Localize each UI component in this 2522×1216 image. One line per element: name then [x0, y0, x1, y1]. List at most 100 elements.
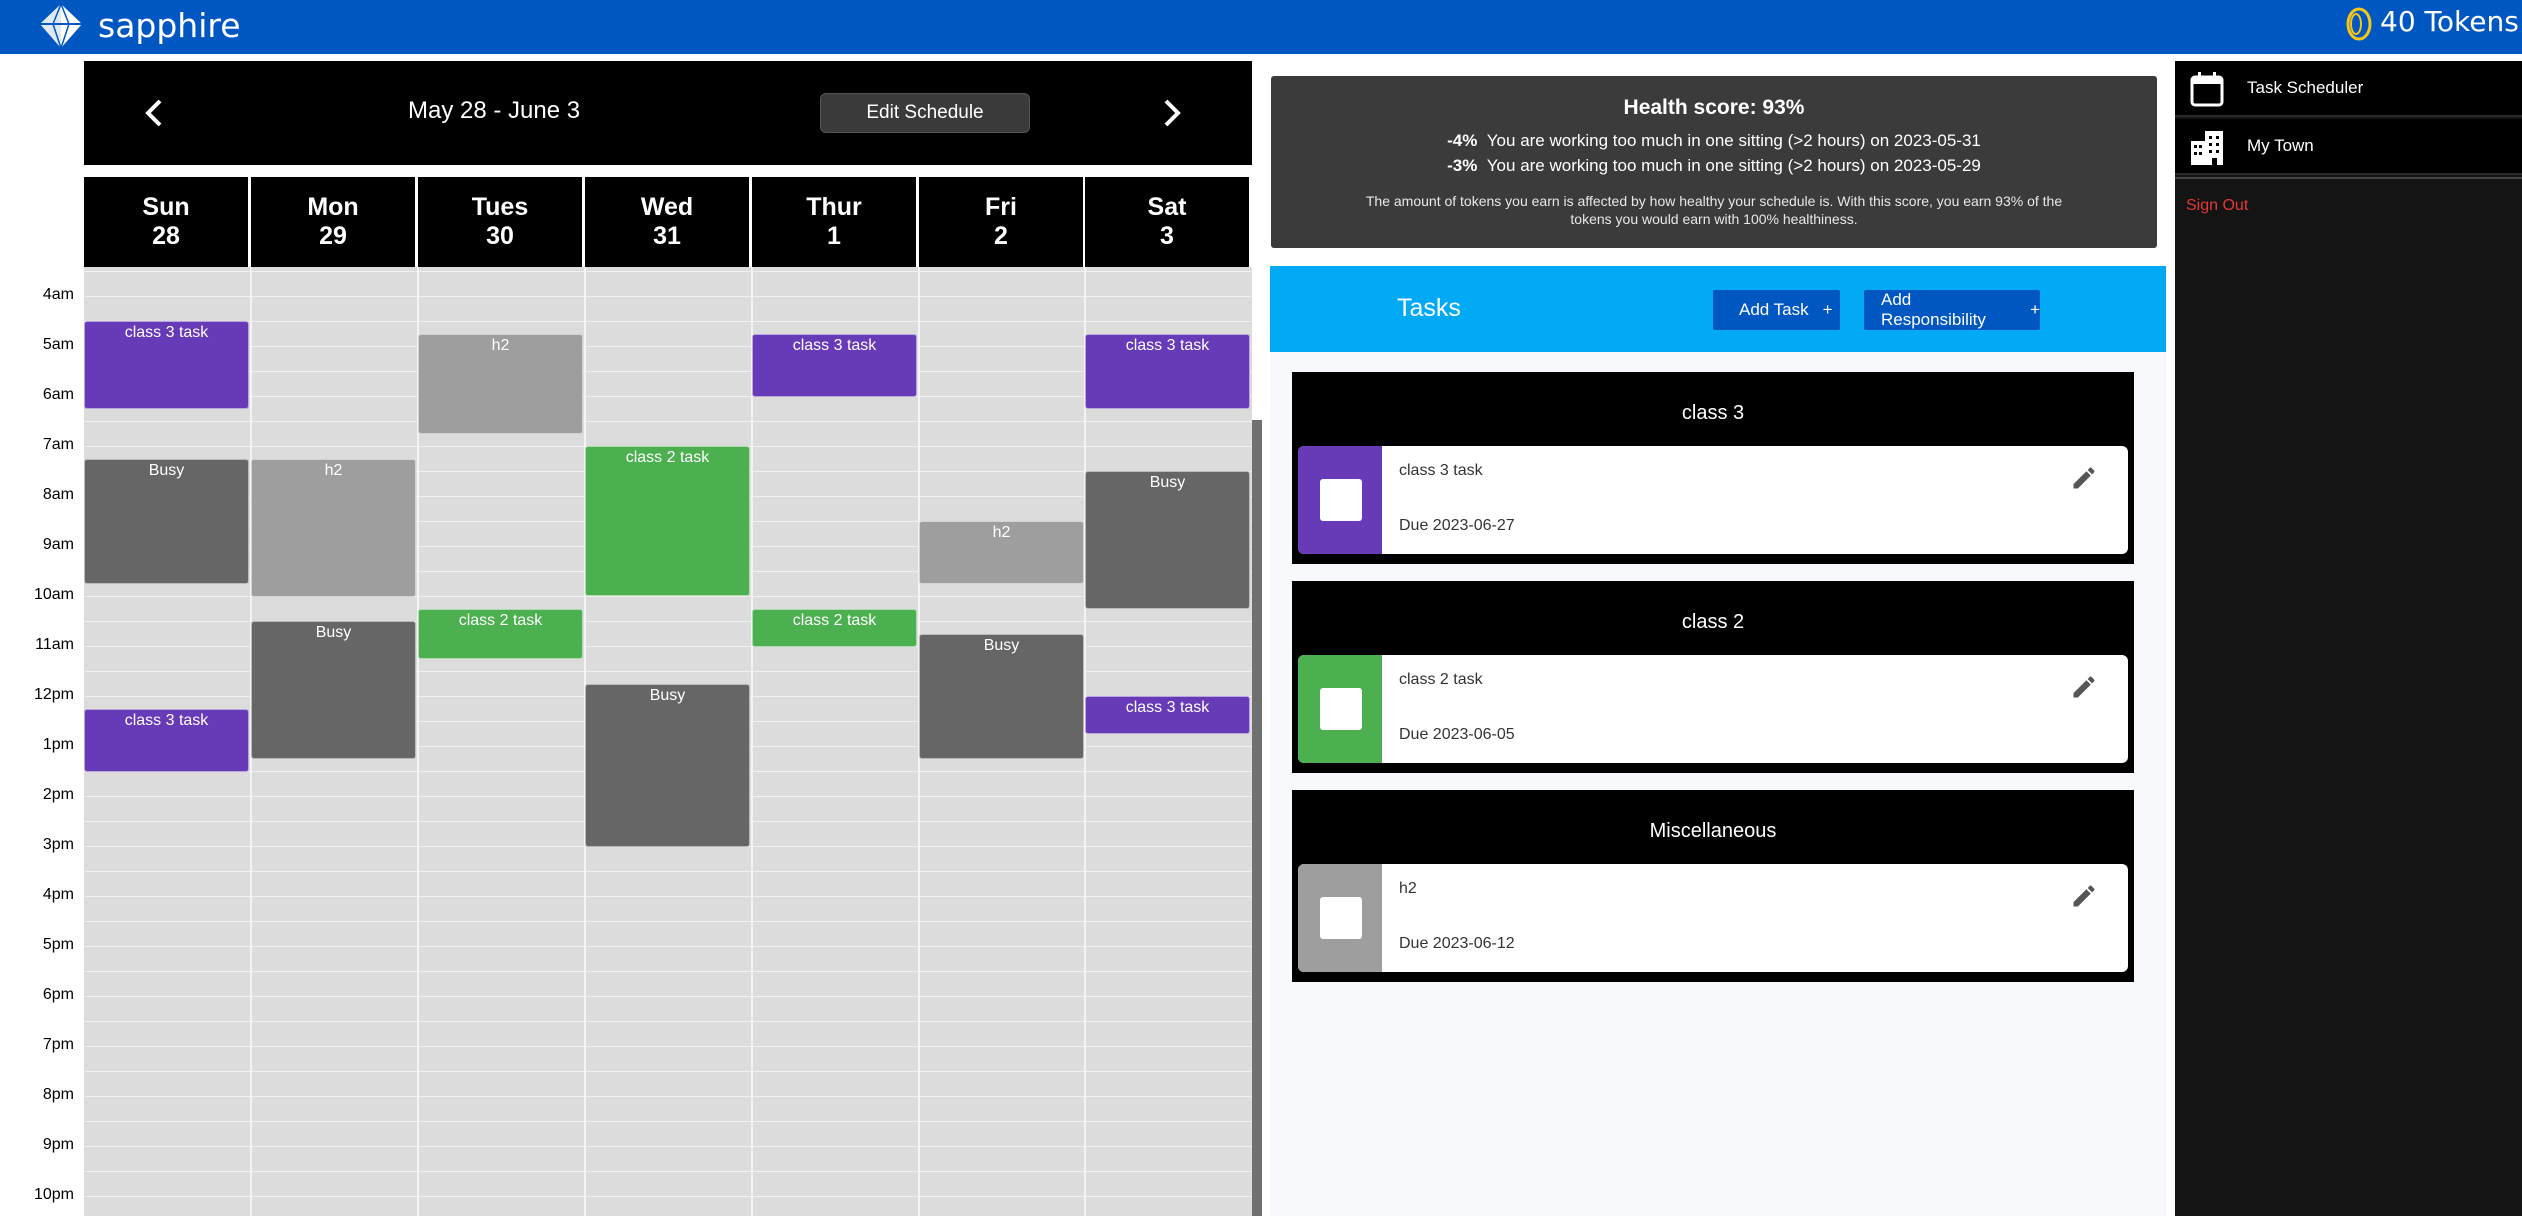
calendar-icon	[2190, 72, 2224, 107]
hour-label: 7pm	[42, 1036, 74, 1053]
task-checkbox[interactable]	[1320, 479, 1362, 521]
calendar-event[interactable]: Busy	[585, 684, 750, 847]
grid-line	[84, 921, 1252, 922]
event-label: h2	[992, 524, 1011, 541]
sidebar-divider	[2175, 177, 2522, 179]
task-card[interactable]: class 2 task Due 2023-06-05	[1298, 655, 2128, 763]
day-name: Sun	[142, 193, 190, 221]
tasks-title: Tasks	[1397, 294, 1461, 322]
event-label: class 3 task	[124, 712, 209, 729]
edit-schedule-button[interactable]: Edit Schedule	[820, 93, 1030, 133]
add-responsibility-label: Add Responsibility	[1881, 290, 1986, 329]
health-note: The amount of tokens you earn is affecte…	[1365, 193, 2063, 227]
sidebar-item-my-town[interactable]: My Town	[2175, 119, 2522, 175]
task-group: Miscellaneous h2 Due 2023-06-12	[1292, 790, 2134, 982]
hour-label: 2pm	[42, 786, 74, 803]
calendar-scrollbar[interactable]	[1252, 420, 1262, 1216]
calendar-event[interactable]: class 3 task	[84, 709, 249, 772]
plus-icon: +	[1822, 300, 1833, 319]
grid-line	[84, 1021, 1252, 1022]
grid-line	[84, 871, 1252, 872]
calendar-event[interactable]: class 2 task	[752, 609, 917, 647]
grid-column-divider	[1084, 267, 1086, 1216]
sidebar-item-task-scheduler[interactable]: Task Scheduler	[2175, 61, 2522, 117]
add-task-button[interactable]: Add Task +	[1713, 290, 1840, 330]
sidebar-item-label: Task Scheduler	[2247, 78, 2364, 97]
day-header: Wed 31	[585, 177, 749, 267]
day-number: 31	[653, 222, 681, 250]
day-name: Wed	[640, 193, 694, 221]
calendar-event[interactable]: class 2 task	[418, 609, 583, 659]
calendar-grid[interactable]: class 3 task Busy class 3 task h2 Busy h2 clas…	[84, 267, 1252, 1216]
event-label: class 3 task	[792, 337, 877, 354]
calendar-event[interactable]: Busy	[84, 459, 249, 584]
calendar-scroll-track[interactable]	[1252, 61, 1262, 420]
calendar-event[interactable]: class 3 task	[1085, 696, 1250, 734]
task-name: class 2 task	[1399, 671, 1483, 688]
tasks-panel: Tasks Add Task + Add Responsibility + clas…	[1270, 266, 2166, 1216]
next-week-button[interactable]	[1150, 91, 1194, 135]
sapphire-logo-icon[interactable]	[36, 2, 86, 50]
task-checkbox[interactable]	[1320, 897, 1362, 939]
calendar-event[interactable]: h2	[251, 459, 416, 597]
calendar-event[interactable]: class 3 task	[752, 334, 917, 397]
event-label: Busy	[1149, 474, 1186, 491]
task-name: h2	[1399, 880, 1417, 897]
hour-label: 6am	[42, 386, 74, 403]
calendar-event[interactable]: class 3 task	[1085, 334, 1250, 409]
sidebar-item-label: My Town	[2247, 136, 2314, 155]
day-header: Tues 30	[418, 177, 582, 267]
day-number: 3	[1160, 222, 1174, 250]
event-label: class 3 task	[1125, 699, 1210, 716]
event-label: class 2 task	[792, 612, 877, 629]
event-label: h2	[491, 337, 510, 354]
plus-icon: +	[2030, 300, 2040, 319]
calendar-event[interactable]: class 3 task	[84, 321, 249, 409]
calendar-event[interactable]: h2	[919, 521, 1084, 584]
task-card[interactable]: class 3 task Due 2023-06-27	[1298, 446, 2128, 554]
day-name: Tues	[471, 193, 529, 221]
hour-label: 6pm	[42, 986, 74, 1003]
grid-line	[84, 1171, 1252, 1172]
pencil-icon[interactable]	[2070, 673, 2098, 701]
warning-text: You are working too much in one sitting …	[1486, 156, 1981, 175]
task-color-strip	[1298, 446, 1382, 554]
previous-week-button[interactable]	[132, 91, 176, 135]
warning-percent: -4%	[1447, 131, 1478, 150]
task-group-title: class 2	[1681, 611, 1745, 633]
warning-text: You are working too much in one sitting …	[1486, 131, 1981, 150]
day-name: Mon	[307, 193, 359, 221]
calendar-event[interactable]: Busy	[919, 634, 1084, 759]
sign-out-link[interactable]: Sign Out	[2186, 197, 2248, 215]
grid-line	[84, 1096, 1252, 1097]
grid-line	[84, 1196, 1252, 1197]
calendar-event[interactable]: class 2 task	[585, 446, 750, 596]
task-checkbox[interactable]	[1320, 688, 1362, 730]
calendar-event[interactable]: Busy	[1085, 471, 1250, 609]
pencil-icon[interactable]	[2070, 464, 2098, 492]
day-header: Sun 28	[84, 177, 248, 267]
hour-label: 3pm	[42, 836, 74, 853]
add-responsibility-button[interactable]: Add Responsibility +	[1864, 290, 2040, 330]
grid-line	[84, 1146, 1252, 1147]
pencil-icon[interactable]	[2070, 882, 2098, 910]
brand-name[interactable]: sapphire	[98, 6, 241, 45]
grid-line	[84, 896, 1252, 897]
event-label: Busy	[315, 624, 352, 641]
grid-line	[84, 371, 1252, 372]
grid-line	[84, 271, 1252, 272]
task-card[interactable]: h2 Due 2023-06-12	[1298, 864, 2128, 972]
day-number: 1	[827, 222, 841, 250]
grid-line	[84, 421, 1252, 422]
event-label: class 2 task	[625, 449, 710, 466]
token-coin-icon	[2346, 7, 2372, 41]
top-bar: sapphire 40 Tokens	[0, 0, 2522, 54]
event-label: Busy	[649, 687, 686, 704]
grid-column-divider	[751, 267, 753, 1216]
hour-label: 9am	[42, 536, 74, 553]
hour-label: 10am	[33, 586, 74, 603]
hour-label: 8pm	[42, 1086, 74, 1103]
event-label: class 3 task	[1125, 337, 1210, 354]
calendar-event[interactable]: Busy	[251, 621, 416, 759]
calendar-event[interactable]: h2	[418, 334, 583, 434]
